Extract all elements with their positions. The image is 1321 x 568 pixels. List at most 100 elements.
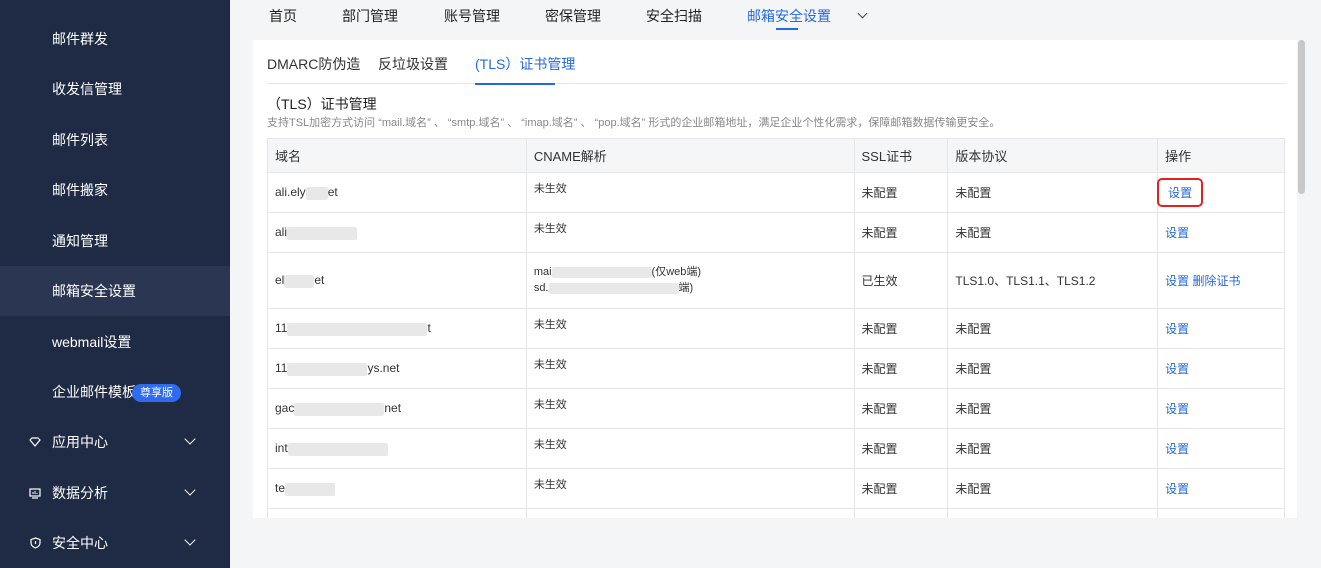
main-panel: DMARC防伪造 反垃圾设置 (TLS）证书管理 （TLS）证书管理 支持TSL… <box>253 40 1297 518</box>
delete-certificate-link[interactable]: 删除证书 <box>1193 274 1241 288</box>
domain-text: int <box>275 441 288 456</box>
domain-cell: gac net <box>267 388 527 429</box>
configure-link[interactable]: 设置 <box>1165 402 1189 416</box>
domain-cell: 11 t <box>267 308 527 349</box>
cname-text: sd. <box>533 282 549 294</box>
sidebar-item-mail-migration[interactable]: 邮件搬家 <box>0 165 230 215</box>
cname-cell: 未生效 <box>525 348 855 389</box>
cname-cell: 未生效 <box>525 308 855 349</box>
sidebar-item-label: 企业邮件模板 <box>52 384 136 400</box>
redacted-mask <box>548 282 679 294</box>
sidebar-item-label: 邮件群发 <box>52 31 108 47</box>
actions-cell: 设置 <box>1157 212 1285 253</box>
table-row: el et mai (仅web端) sd. 端) 已生效 TLS1.0、TLS1.1、… <box>267 252 1285 309</box>
ssl-cell: 未配置 <box>853 468 949 509</box>
actions-cell: 设置 <box>1157 308 1285 349</box>
shield-icon <box>28 536 42 550</box>
sidebar-item-label: 邮件搬家 <box>52 182 108 198</box>
cname-cell: 未生效 <box>525 428 855 469</box>
table-row <box>267 508 1285 518</box>
ssl-cell: 未配置 <box>853 308 949 349</box>
sidebar-item-security-center[interactable]: 安全中心 <box>0 518 230 568</box>
sidebar-item-webmail-settings[interactable]: webmail设置 <box>0 317 230 367</box>
redacted-mask <box>287 442 388 456</box>
configure-link[interactable]: 设置 <box>1157 178 1204 207</box>
redacted-mask <box>285 482 336 496</box>
table-row: 11 ys.net 未生效 未配置 未配置 设置 <box>267 348 1285 389</box>
sidebar-item-label: 收发信管理 <box>52 81 122 97</box>
redacted-mask <box>287 362 368 376</box>
protocol-cell: 未配置 <box>947 212 1159 253</box>
configure-link[interactable]: 设置 <box>1165 274 1189 288</box>
chevron-down-icon <box>184 534 196 546</box>
redacted-mask <box>287 322 428 336</box>
cname-cell: 未生效 <box>525 468 855 509</box>
column-header-protocol: 版本协议 <box>947 138 1159 173</box>
actions-cell: 设置 <box>1157 468 1285 509</box>
active-tab-indicator <box>776 28 798 30</box>
tab-mailbox-security-settings[interactable]: 邮箱安全设置 <box>747 6 831 26</box>
configure-link[interactable]: 设置 <box>1165 362 1189 376</box>
sub-tabs: DMARC防伪造 反垃圾设置 (TLS）证书管理 <box>267 54 1287 84</box>
sidebar-item-mailbox-security[interactable]: 邮箱安全设置 <box>0 266 230 316</box>
cname-cell: 未生效 <box>525 388 855 429</box>
tab-home[interactable]: 首页 <box>269 6 297 26</box>
protocol-cell: 未配置 <box>947 172 1159 213</box>
configure-link[interactable]: 设置 <box>1165 226 1189 240</box>
sidebar-item-notifications[interactable]: 通知管理 <box>0 216 230 266</box>
ssl-cell: 未配置 <box>853 212 949 253</box>
certificate-table: 域名 CNAME解析 SSL证书 版本协议 操作 ali.ely et 未生效 未… <box>267 138 1285 518</box>
domain-text: ali <box>275 225 288 240</box>
domain-text: gac <box>275 401 295 416</box>
cname-cell: 未生效 <box>525 212 855 253</box>
redacted-mask <box>305 186 328 200</box>
vertical-scrollbar[interactable] <box>1298 40 1305 194</box>
domain-text: ali.ely <box>275 185 306 200</box>
redacted-mask <box>284 274 315 288</box>
configure-link[interactable]: 设置 <box>1165 322 1189 336</box>
domain-text: t <box>427 321 431 336</box>
sidebar-item-data-analysis[interactable]: 数据分析 <box>0 468 230 518</box>
tab-anti-spam[interactable]: 反垃圾设置 <box>378 54 448 74</box>
domain-text: te <box>275 481 286 496</box>
protocol-cell: 未配置 <box>947 348 1159 389</box>
sidebar-item-mail-templates[interactable]: 企业邮件模板 <box>0 367 230 417</box>
domain-cell: ali <box>267 212 527 253</box>
actions-cell: 设置 <box>1157 348 1285 389</box>
chevron-down-icon[interactable] <box>857 8 868 19</box>
sidebar-item-label: 安全中心 <box>52 535 108 551</box>
sidebar-item-label: 应用中心 <box>52 434 108 450</box>
actions-cell <box>1157 508 1285 518</box>
domain-cell: int <box>267 428 527 469</box>
sidebar-item-app-center[interactable]: 应用中心 <box>0 417 230 467</box>
configure-link[interactable]: 设置 <box>1165 482 1189 496</box>
domain-cell: te <box>267 468 527 509</box>
tab-dmarc[interactable]: DMARC防伪造 <box>267 54 360 74</box>
domain-cell: el et <box>267 252 527 309</box>
domain-text: et <box>327 185 338 200</box>
premium-badge: 尊享版 <box>132 384 181 402</box>
protocol-cell: 未配置 <box>947 428 1159 469</box>
redacted-mask <box>287 226 358 240</box>
protocol-cell: 未配置 <box>947 468 1159 509</box>
actions-cell: 设置 删除证书 <box>1157 252 1285 309</box>
configure-link[interactable]: 设置 <box>1165 442 1189 456</box>
tab-accounts[interactable]: 账号管理 <box>444 6 500 26</box>
sidebar-item-mail-list[interactable]: 邮件列表 <box>0 115 230 165</box>
ssl-cell: 未配置 <box>853 348 949 389</box>
table-row: 11 t 未生效 未配置 未配置 设置 <box>267 308 1285 349</box>
cname-cell <box>525 508 855 518</box>
sidebar-item-mail-management[interactable]: 收发信管理 <box>0 64 230 114</box>
tab-security-questions[interactable]: 密保管理 <box>545 6 601 26</box>
sidebar-item-mass-mail[interactable]: 邮件群发 <box>0 14 230 64</box>
tab-tls-certificates[interactable]: (TLS）证书管理 <box>475 54 575 74</box>
chevron-down-icon <box>184 484 196 496</box>
tab-departments[interactable]: 部门管理 <box>342 6 398 26</box>
cname-cell: mai (仅web端) sd. 端) <box>525 252 855 309</box>
tab-security-scan[interactable]: 安全扫描 <box>646 6 702 26</box>
actions-cell: 设置 <box>1157 428 1285 469</box>
protocol-cell <box>947 508 1159 518</box>
sidebar: 邮件群发 收发信管理 邮件列表 邮件搬家 通知管理 邮箱安全设置 webmail… <box>0 0 230 568</box>
cname-cell: 未生效 <box>525 172 855 213</box>
domain-text: ys.net <box>367 361 400 376</box>
